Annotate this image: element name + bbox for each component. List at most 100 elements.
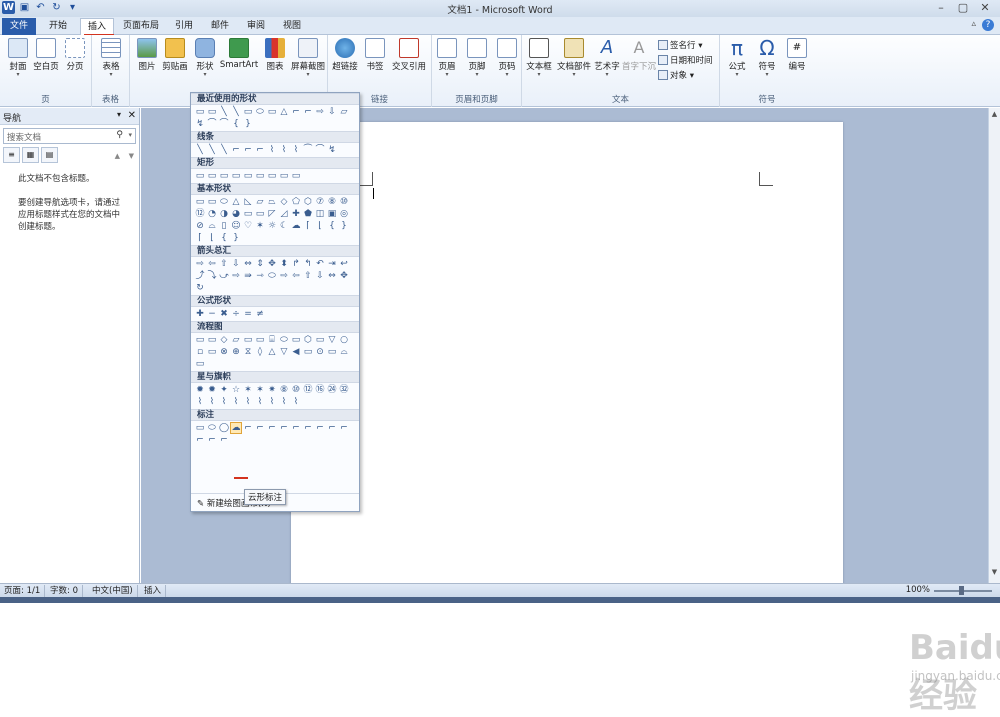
shape-item[interactable]: ⌐ — [303, 423, 313, 433]
shape-item[interactable]: = — [243, 309, 253, 319]
status-language[interactable]: 中文(中国) — [88, 585, 138, 597]
shape-item[interactable]: ⌊ — [315, 221, 325, 231]
shape-item[interactable]: ⑩ — [339, 197, 349, 207]
shape-item[interactable]: ⇥ — [327, 259, 337, 269]
shape-item[interactable]: ▭ — [207, 347, 217, 357]
shape-item[interactable]: ⌐ — [219, 435, 229, 445]
shape-item[interactable]: ⬍ — [279, 259, 289, 269]
shape-item[interactable]: ◇ — [219, 335, 229, 345]
shape-item[interactable]: ⇧ — [219, 259, 229, 269]
shape-item[interactable]: ◫ — [315, 209, 325, 219]
shape-item[interactable]: ⌒ — [207, 119, 217, 129]
shape-item[interactable]: ⑩ — [291, 385, 301, 395]
shape-item[interactable]: ⌈ — [195, 233, 205, 243]
shape-item[interactable]: ▭ — [207, 107, 217, 117]
object-button[interactable]: 对象 ▾ — [658, 69, 694, 81]
shape-item[interactable]: } — [243, 119, 253, 129]
ribbon-minimize-icon[interactable]: ▵ — [971, 19, 976, 29]
shape-item[interactable]: ㉜ — [339, 385, 349, 395]
shape-item[interactable]: ⊘ — [195, 221, 205, 231]
shape-item[interactable]: ↯ — [327, 145, 337, 155]
search-icon[interactable]: ⚲ — [116, 130, 123, 140]
nav-close-icon[interactable]: ✕ — [128, 110, 136, 121]
shape-item[interactable]: ⌐ — [327, 423, 337, 433]
search-options-icon[interactable]: ▾ — [128, 131, 132, 139]
shape-item[interactable]: ⌇ — [267, 397, 277, 407]
scroll-up-icon[interactable]: ▲ — [989, 110, 1000, 118]
shape-item[interactable]: ✹ — [207, 385, 217, 395]
shape-item[interactable]: ✶ — [243, 385, 253, 395]
shape-item[interactable]: ◑ — [219, 209, 229, 219]
shape-item[interactable]: ▭ — [243, 335, 253, 345]
shape-item[interactable]: ⌇ — [195, 397, 205, 407]
shape-item[interactable]: ☺ — [231, 221, 241, 231]
shape-item[interactable]: ⇨ — [195, 259, 205, 269]
shape-item[interactable]: ▭ — [255, 171, 265, 181]
shape-item[interactable]: ⬭ — [255, 107, 265, 117]
shape-item[interactable]: △ — [231, 197, 241, 207]
shape-item[interactable]: △ — [267, 347, 277, 357]
shape-item[interactable]: ⇦ — [291, 271, 301, 281]
shape-item[interactable]: ▭ — [279, 171, 289, 181]
tab-view[interactable]: 视图 — [276, 18, 308, 35]
shape-item[interactable]: ✶ — [255, 385, 265, 395]
vertical-scrollbar[interactable]: ▲ ▼ — [988, 108, 1000, 583]
tab-mailings[interactable]: 邮件 — [204, 18, 236, 35]
shape-item[interactable]: ▭ — [291, 335, 301, 345]
shape-item[interactable]: ⌐ — [255, 423, 265, 433]
shape-item[interactable]: ⑧ — [279, 385, 289, 395]
minimize-icon[interactable]: – — [930, 0, 952, 15]
shape-item[interactable]: ◀ — [291, 347, 301, 357]
shape-item[interactable]: ◯ — [219, 423, 229, 433]
date-time-button[interactable]: 日期和时间 — [658, 54, 713, 66]
shape-item[interactable]: ▭ — [243, 209, 253, 219]
drop-cap-button[interactable]: A 首字下沉 — [622, 38, 656, 72]
shape-item[interactable]: ⌒ — [219, 119, 229, 129]
shape-item[interactable]: ▭ — [255, 209, 265, 219]
shape-item[interactable]: ⌐ — [231, 145, 241, 155]
shape-item[interactable]: } — [231, 233, 241, 243]
bookmark-button[interactable]: 书签 — [360, 38, 390, 72]
shape-item[interactable]: ◿ — [279, 209, 289, 219]
shape-item[interactable]: ⌐ — [279, 423, 289, 433]
shape-item[interactable]: ✦ — [219, 385, 229, 395]
shape-item[interactable]: ☼ — [267, 221, 277, 231]
shape-item[interactable]: ⇛ — [243, 271, 253, 281]
shape-item[interactable]: ☁ — [291, 221, 301, 231]
shape-item[interactable]: ◕ — [231, 209, 241, 219]
shape-item[interactable]: ▫ — [195, 347, 205, 357]
number-button[interactable]: # 编号 — [782, 38, 812, 72]
shape-item[interactable]: ○ — [339, 335, 349, 345]
shape-item[interactable]: ⏜ — [303, 145, 313, 155]
shape-item[interactable]: ⌇ — [291, 145, 301, 155]
tab-home[interactable]: 开始 — [42, 18, 74, 35]
shape-item[interactable]: ⇨ — [279, 271, 289, 281]
shape-item[interactable]: ⌸ — [267, 335, 277, 345]
shape-item[interactable]: ⇔ — [243, 259, 253, 269]
screenshot-button[interactable]: 屏幕截图 ▾ — [288, 38, 328, 78]
shape-item[interactable]: ⑫ — [195, 209, 205, 219]
shape-item[interactable]: ⌐ — [255, 145, 265, 155]
shape-item[interactable]: ㉔ — [327, 385, 337, 395]
shape-item[interactable]: ⊙ — [315, 347, 325, 357]
shape-item[interactable]: ▱ — [231, 335, 241, 345]
shape-item[interactable]: ▭ — [207, 335, 217, 345]
shape-item[interactable]: ╲ — [219, 145, 229, 155]
status-words[interactable]: 字数: 0 — [46, 585, 83, 597]
shape-item[interactable]: ✶ — [255, 221, 265, 231]
shape-item[interactable]: ▭ — [231, 171, 241, 181]
shape-item[interactable]: ▭ — [291, 171, 301, 181]
previous-icon[interactable]: ▲ — [115, 149, 120, 165]
shape-item[interactable]: ◸ — [267, 209, 277, 219]
shape-item[interactable]: ⌐ — [243, 145, 253, 155]
shape-item[interactable]: ⊕ — [231, 347, 241, 357]
shape-item[interactable]: ⌇ — [255, 397, 265, 407]
page-number-button[interactable]: 页码 ▾ — [492, 38, 522, 78]
shape-item[interactable]: ◇ — [279, 197, 289, 207]
shape-item[interactable]: ⌓ — [207, 221, 217, 231]
wordart-button[interactable]: A 艺术字 ▾ — [592, 38, 622, 78]
shape-item[interactable]: ⌇ — [291, 397, 301, 407]
shape-item[interactable]: ♡ — [243, 221, 253, 231]
shape-item[interactable]: ⬭ — [207, 423, 217, 433]
shape-item[interactable]: ⑯ — [315, 385, 325, 395]
